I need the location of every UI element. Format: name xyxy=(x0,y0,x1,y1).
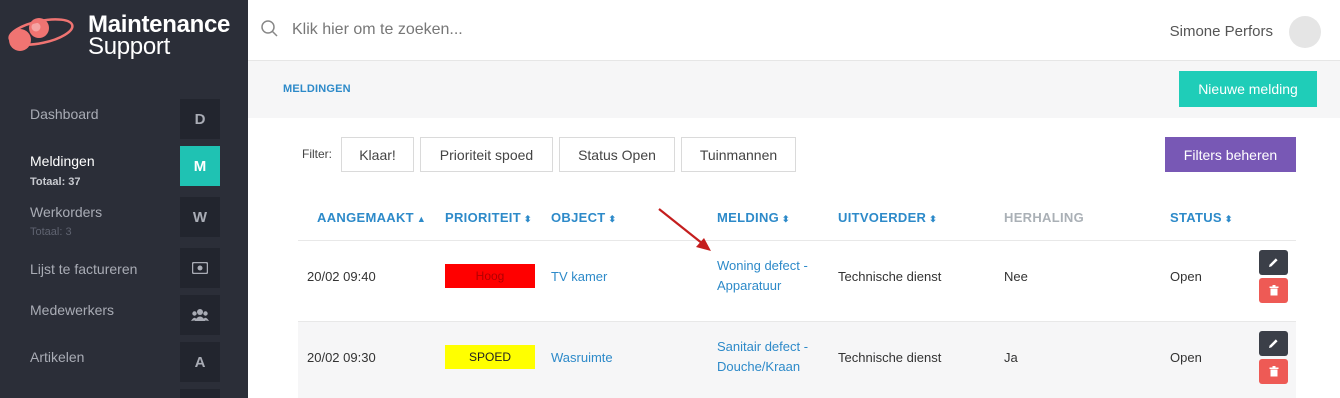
sidebar-item-artikelen[interactable]: Artikelen A xyxy=(0,342,248,382)
column-header-status[interactable]: STATUS ⬍ xyxy=(1170,210,1233,225)
filter-button-klaar[interactable]: Klaar! xyxy=(341,137,414,172)
column-header-aangemaakt[interactable]: AANGEMAAKT ▲ xyxy=(317,210,426,225)
page-header: MELDINGEN Nieuwe melding xyxy=(248,61,1340,118)
avatar[interactable] xyxy=(1289,16,1321,48)
sidebar: Maintenance Support Dashboard D Meldinge… xyxy=(0,0,248,398)
table-row[interactable]: 20/02 09:40 Hoog TV kamer Woning defect … xyxy=(298,241,1296,321)
sidebar-item-count: Totaal: 37 xyxy=(30,176,81,188)
sidebar-item-medewerkers[interactable]: Medewerkers xyxy=(0,295,248,335)
sidebar-item-werkorders[interactable]: Werkorders Totaal: 3 W xyxy=(0,197,248,238)
edit-button[interactable] xyxy=(1259,250,1288,275)
melding-line-2: Douche/Kraan xyxy=(717,359,801,374)
sidebar-item-meldingen[interactable]: Meldingen Totaal: 37 M xyxy=(0,146,248,188)
melding-link[interactable]: Woning defect - Apparatuur xyxy=(717,256,808,296)
sidebar-item-label: Dashboard xyxy=(30,106,99,122)
column-header-object[interactable]: OBJECT ⬍ xyxy=(551,210,616,225)
sort-icon: ⬍ xyxy=(1224,214,1233,224)
column-header-herhaling: HERHALING xyxy=(1004,210,1084,225)
column-header-melding[interactable]: MELDING ⬍ xyxy=(717,210,790,225)
top-bar: Simone Perfors xyxy=(248,0,1340,61)
sidebar-badge-w: W xyxy=(180,197,220,237)
search-icon xyxy=(261,20,278,37)
annotation-arrow-icon xyxy=(658,208,711,251)
table-row[interactable]: 20/02 09:30 SPOED Wasruimte Sanitair def… xyxy=(298,322,1296,398)
logo[interactable]: Maintenance Support xyxy=(8,8,248,63)
logo-icon xyxy=(8,18,74,51)
cell-executor: Technische dienst xyxy=(838,350,942,365)
filter-label: Filter: xyxy=(302,147,332,161)
cell-executor: Technische dienst xyxy=(838,269,942,284)
sidebar-badge-next xyxy=(180,389,220,398)
melding-link[interactable]: Sanitair defect - Douche/Kraan xyxy=(717,337,808,377)
search-input[interactable] xyxy=(292,18,792,42)
trash-icon xyxy=(1269,285,1278,296)
logo-subtitle: Support xyxy=(88,33,170,60)
column-header-label: STATUS xyxy=(1170,210,1222,225)
object-link[interactable]: Wasruimte xyxy=(551,350,613,365)
melding-line-2: Apparatuur xyxy=(717,278,782,293)
priority-badge: Hoog xyxy=(445,264,535,288)
new-melding-button[interactable]: Nieuwe melding xyxy=(1179,71,1317,107)
cell-repeat: Ja xyxy=(1004,350,1018,365)
sidebar-item-label: Artikelen xyxy=(30,349,85,365)
sidebar-badge-m: M xyxy=(180,146,220,186)
sidebar-badge-a: A xyxy=(180,342,220,382)
column-header-label: HERHALING xyxy=(1004,210,1084,225)
column-header-label: AANGEMAAKT xyxy=(317,210,414,225)
object-link[interactable]: TV kamer xyxy=(551,269,607,284)
column-header-uitvoerder[interactable]: UITVOERDER ⬍ xyxy=(838,210,937,225)
breadcrumb[interactable]: MELDINGEN xyxy=(283,83,351,95)
cell-status: Open xyxy=(1170,269,1202,284)
melding-line-1: Woning defect - xyxy=(717,258,808,273)
sort-icon: ⬍ xyxy=(523,214,532,224)
cell-status: Open xyxy=(1170,350,1202,365)
delete-button[interactable] xyxy=(1259,278,1288,303)
pencil-icon xyxy=(1269,339,1278,348)
sidebar-item-dashboard[interactable]: Dashboard D xyxy=(0,99,248,139)
filter-button-tuinmannen[interactable]: Tuinmannen xyxy=(681,137,796,172)
sidebar-item-label: Werkorders xyxy=(30,204,103,220)
sort-icon: ⬍ xyxy=(929,214,938,224)
trash-icon xyxy=(1269,366,1278,377)
column-header-label: MELDING xyxy=(717,210,780,225)
column-header-label: OBJECT xyxy=(551,210,606,225)
money-icon xyxy=(180,248,220,288)
sort-icon: ⬍ xyxy=(782,214,790,224)
cell-repeat: Nee xyxy=(1004,269,1028,284)
priority-badge: SPOED xyxy=(445,345,535,369)
sidebar-item-label: Meldingen xyxy=(30,153,95,169)
manage-filters-button[interactable]: Filters beheren xyxy=(1165,137,1296,172)
column-header-prioriteit[interactable]: PRIORITEIT ⬍ xyxy=(445,210,532,225)
sort-icon: ⬍ xyxy=(608,214,617,224)
filter-button-prioriteit-spoed[interactable]: Prioriteit spoed xyxy=(420,137,553,172)
sidebar-item-lijst-te-factureren[interactable]: Lijst te factureren xyxy=(0,248,248,288)
sidebar-badge-d: D xyxy=(180,99,220,139)
sort-asc-icon: ▲ xyxy=(416,214,427,224)
filter-button-status-open[interactable]: Status Open xyxy=(559,137,675,172)
melding-line-1: Sanitair defect - xyxy=(717,339,809,354)
delete-button[interactable] xyxy=(1259,359,1288,384)
edit-button[interactable] xyxy=(1259,331,1288,356)
user-name[interactable]: Simone Perfors xyxy=(1170,23,1273,40)
cell-created: 20/02 09:30 xyxy=(307,350,376,365)
sidebar-item-label: Medewerkers xyxy=(30,302,115,318)
users-icon xyxy=(180,295,220,335)
pencil-icon xyxy=(1269,258,1278,267)
cell-created: 20/02 09:40 xyxy=(307,269,376,284)
column-header-label: PRIORITEIT xyxy=(445,210,521,225)
sidebar-item-label: Lijst te factureren xyxy=(30,261,138,277)
column-header-label: UITVOERDER xyxy=(838,210,927,225)
sidebar-item-count: Totaal: 3 xyxy=(30,226,72,238)
